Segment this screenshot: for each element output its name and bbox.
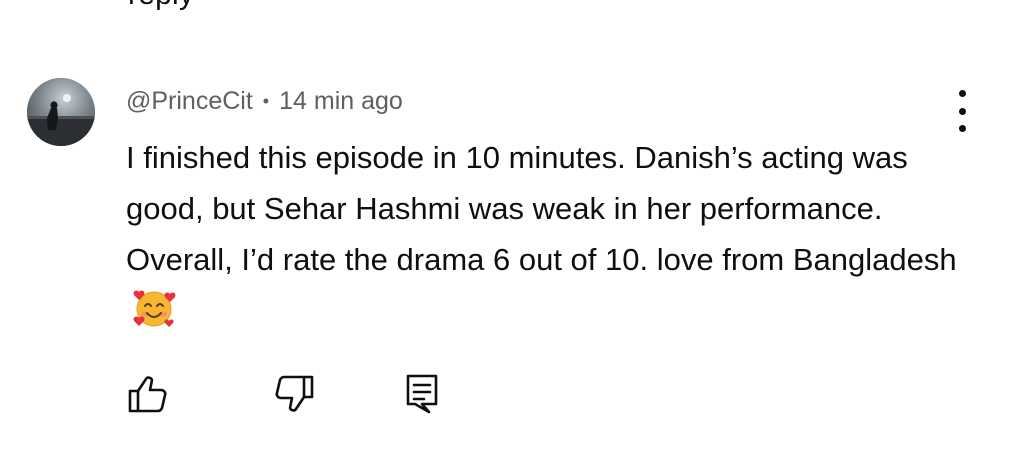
comment-time[interactable]: 14 min ago: [279, 87, 403, 116]
comment-body: I finished this episode in 10 minutes. D…: [126, 132, 966, 336]
avatar-photo: [27, 78, 95, 146]
previous-comment-tail: reply: [128, 0, 194, 12]
menu-dot: [958, 90, 966, 97]
more-vert-icon[interactable]: [944, 90, 980, 132]
thumb-down-icon: [275, 375, 314, 412]
comment-author[interactable]: @PrinceCit: [126, 87, 253, 116]
previous-comment-fragment: reply: [0, 0, 1024, 14]
like-button[interactable]: [126, 372, 170, 416]
comment-text: I finished this episode in 10 minutes. D…: [126, 140, 957, 277]
smiling-face-with-hearts-icon: [133, 290, 176, 327]
meta-separator: •: [262, 90, 270, 111]
avatar[interactable]: [27, 78, 95, 146]
menu-dot: [958, 107, 966, 115]
comment-reply-icon: [406, 374, 438, 414]
dislike-button[interactable]: [272, 372, 316, 416]
menu-dot: [958, 125, 966, 132]
thumb-up-icon: [128, 376, 167, 413]
reply-button[interactable]: [402, 372, 446, 416]
comment-meta: @PrinceCit • 14 min ago: [126, 83, 403, 119]
